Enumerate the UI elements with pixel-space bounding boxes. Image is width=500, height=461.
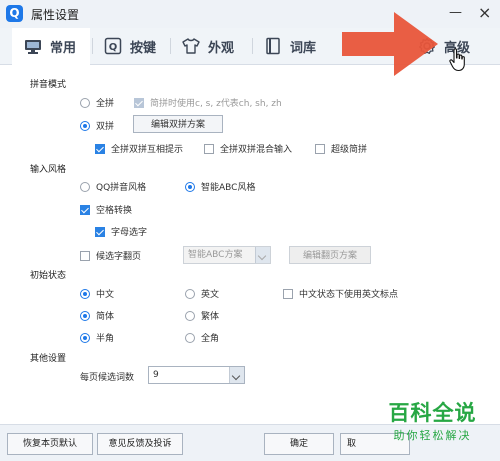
edit-page-scheme-button[interactable]: 编辑翻页方案 [289, 246, 371, 264]
chevron-down-icon[interactable] [229, 367, 244, 383]
checkbox-indicator[interactable] [283, 288, 293, 299]
radio-full-width-label: 全角 [201, 334, 220, 344]
radio-abc-style-label: 智能ABC风格 [201, 183, 256, 193]
checkbox-space-convert[interactable]: 空格转换 [80, 203, 132, 216]
minimize-button[interactable]: — [449, 3, 462, 23]
checkbox-candidate-page-label: 候选字翻页 [96, 252, 142, 262]
tab-common-label: 常用 [50, 41, 77, 56]
checkbox-indicator[interactable] [80, 204, 90, 215]
tab-appearance-label: 外观 [208, 40, 235, 56]
tab-dictionary-label: 词库 [290, 40, 317, 56]
checkbox-hint-label: 全拼双拼互相提示 [111, 145, 184, 155]
close-button[interactable]: × [478, 3, 491, 23]
watermark-title: 百科全说 [388, 401, 477, 425]
checkbox-indicator[interactable] [315, 143, 325, 154]
watermark: 百科全说 助你轻松解决 [370, 400, 495, 443]
page-scheme-select[interactable]: 智能ABC方案 [183, 246, 271, 264]
per-page-select[interactable]: 9 [148, 366, 245, 384]
radio-simplified[interactable]: 简体 [80, 309, 114, 322]
radio-traditional[interactable]: 繁体 [185, 309, 219, 322]
tab-divider [252, 38, 253, 54]
radio-simplified-label: 简体 [96, 312, 115, 322]
per-page-select-value: 9 [153, 370, 159, 380]
per-page-label: 每页候选词数 [80, 370, 134, 383]
radio-shuangpin[interactable]: 双拼 [80, 119, 114, 132]
radio-indicator[interactable] [185, 181, 195, 192]
tab-common[interactable]: 常用 [12, 28, 90, 65]
checkbox-indicator[interactable] [204, 143, 214, 154]
svg-text:Q: Q [109, 42, 118, 53]
radio-shuangpin-label: 双拼 [96, 122, 115, 132]
radio-indicator[interactable] [185, 332, 195, 343]
checkbox-indicator[interactable] [95, 226, 105, 237]
radio-indicator[interactable] [80, 288, 90, 299]
tab-keys-label: 按键 [130, 40, 157, 56]
checkbox-jianpin-czs-label: 简拼时使用c, s, z代表ch, sh, zh [150, 99, 282, 109]
radio-indicator[interactable] [80, 310, 90, 321]
checkbox-hint[interactable]: 全拼双拼互相提示 [95, 142, 183, 155]
checkbox-letter-select[interactable]: 字母选字 [95, 225, 147, 238]
tab-divider [92, 38, 93, 54]
ok-button[interactable]: 确定 [264, 433, 334, 455]
radio-chinese[interactable]: 中文 [80, 287, 114, 300]
radio-quanpin[interactable]: 全拼 [80, 96, 114, 109]
edit-shuangpin-button[interactable]: 编辑双拼方案 [133, 115, 223, 133]
section-other-title: 其他设置 [30, 354, 67, 364]
tab-divider [170, 38, 171, 54]
page-scheme-select-value: 智能ABC方案 [188, 250, 243, 260]
radio-indicator[interactable] [185, 288, 195, 299]
checkbox-jianpin-czs[interactable]: 简拼时使用c, s, z代表ch, sh, zh [134, 96, 282, 109]
feedback-button[interactable]: 意见反馈及投诉 [97, 433, 183, 455]
checkbox-space-convert-label: 空格转换 [96, 206, 133, 216]
section-style-title: 输入风格 [30, 165, 67, 175]
checkbox-english-punct[interactable]: 中文状态下使用英文标点 [283, 287, 398, 300]
radio-indicator[interactable] [80, 120, 90, 131]
radio-traditional-label: 繁体 [201, 312, 220, 322]
section-init-title: 初始状态 [30, 271, 67, 281]
checkbox-super-jianpin[interactable]: 超级简拼 [315, 142, 367, 155]
radio-qq-style[interactable]: QQ拼音风格 [80, 180, 146, 193]
radio-indicator[interactable] [80, 332, 90, 343]
checkbox-indicator[interactable] [95, 143, 105, 154]
checkbox-indicator[interactable] [80, 250, 90, 261]
checkbox-indicator[interactable] [134, 97, 144, 108]
radio-quanpin-label: 全拼 [96, 99, 115, 109]
tab-appearance[interactable]: 外观 [182, 28, 234, 64]
checkbox-mixed-label: 全拼双拼混合输入 [220, 145, 293, 155]
section-pinyin-title: 拼音模式 [30, 80, 67, 90]
radio-qq-style-label: QQ拼音风格 [96, 183, 147, 193]
monitor-icon [24, 38, 42, 56]
checkbox-mixed[interactable]: 全拼双拼混合输入 [204, 142, 292, 155]
settings-window: Q 属性设置 — × 常用 Q 按键 外观 词库 高级 拼音模式 全拼 简拼时使… [0, 0, 500, 461]
shirt-icon [182, 37, 200, 55]
checkbox-letter-select-label: 字母选字 [111, 228, 148, 238]
tab-keys[interactable]: Q 按键 [104, 28, 156, 64]
chevron-down-icon[interactable] [255, 247, 270, 263]
book-icon [264, 37, 282, 55]
window-title: 属性设置 [31, 8, 80, 22]
restore-defaults-button[interactable]: 恢复本页默认 [7, 433, 93, 455]
radio-abc-style[interactable]: 智能ABC风格 [185, 180, 255, 193]
radio-half-width-label: 半角 [96, 334, 115, 344]
tab-dictionary[interactable]: 词库 [264, 28, 316, 64]
radio-english[interactable]: 英文 [185, 287, 219, 300]
checkbox-candidate-page[interactable]: 候选字翻页 [80, 249, 141, 262]
key-icon: Q [104, 37, 122, 55]
per-page-label-text: 每页候选词数 [80, 373, 135, 383]
app-logo-icon: Q [6, 5, 23, 22]
checkbox-english-punct-label: 中文状态下使用英文标点 [299, 290, 399, 300]
radio-english-label: 英文 [201, 290, 220, 300]
radio-indicator[interactable] [80, 181, 90, 192]
radio-full-width[interactable]: 全角 [185, 331, 219, 344]
checkbox-super-jianpin-label: 超级简拼 [331, 145, 368, 155]
radio-indicator[interactable] [185, 310, 195, 321]
radio-indicator[interactable] [80, 97, 90, 108]
radio-half-width[interactable]: 半角 [80, 331, 114, 344]
radio-chinese-label: 中文 [96, 290, 115, 300]
watermark-subtitle: 助你轻松解决 [393, 429, 472, 442]
